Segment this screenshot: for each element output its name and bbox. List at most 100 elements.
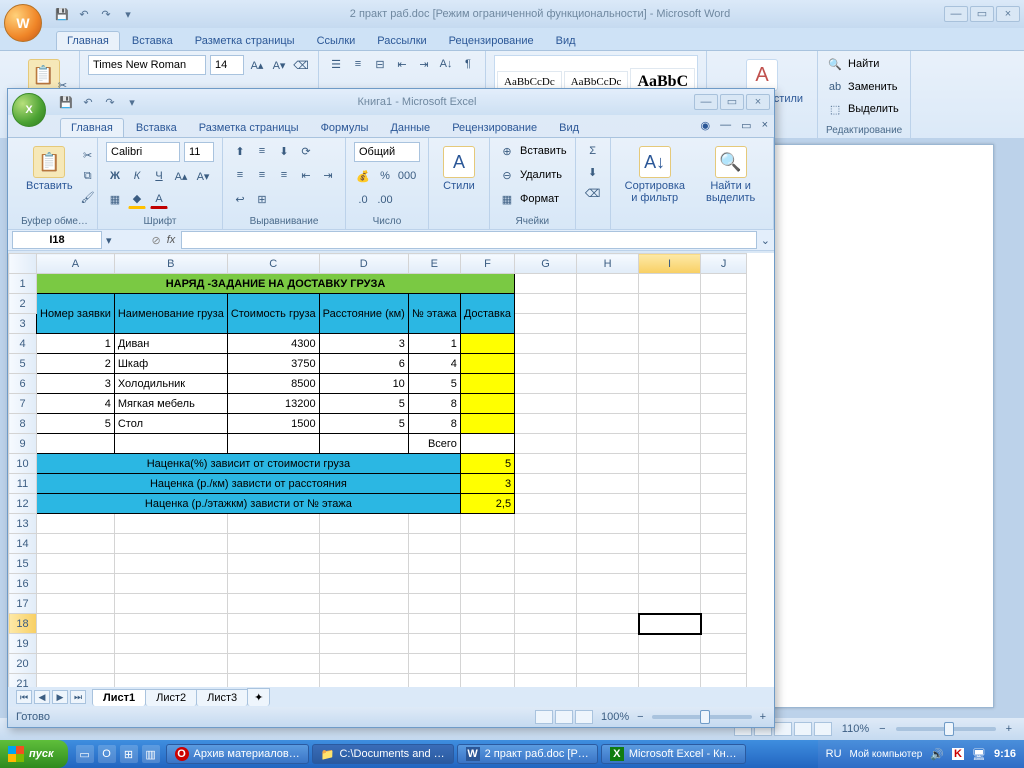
show-marks-icon[interactable]: ¶ <box>459 55 477 73</box>
close-button[interactable]: × <box>746 94 770 110</box>
tab-home[interactable]: Главная <box>56 31 120 50</box>
multilevel-icon[interactable]: ⊟ <box>371 55 389 73</box>
align-top-icon[interactable]: ⬆ <box>231 142 249 160</box>
font-name-select[interactable] <box>88 55 206 75</box>
tab-references[interactable]: Ссылки <box>307 32 366 50</box>
merge-icon[interactable]: ⊞ <box>253 190 271 208</box>
italic-icon[interactable]: К <box>128 167 146 185</box>
redo-icon[interactable]: ↷ <box>98 6 114 22</box>
numbering-icon[interactable]: ≡ <box>349 55 367 73</box>
paste-button[interactable]: 📋Вставить <box>20 142 79 206</box>
font-size-select[interactable] <box>210 55 244 75</box>
tab-insert[interactable]: Вставка <box>126 119 187 137</box>
word-office-button[interactable]: W <box>4 4 42 42</box>
decrease-decimal-icon[interactable]: .00 <box>376 191 394 209</box>
underline-icon[interactable]: Ч <box>150 167 168 185</box>
indent-decrease-icon[interactable]: ⇤ <box>297 166 315 184</box>
delete-cells-icon[interactable]: ⊖ <box>498 166 516 184</box>
percent-icon[interactable]: % <box>376 167 394 185</box>
tab-formulas[interactable]: Формулы <box>311 119 379 137</box>
border-icon[interactable]: ▦ <box>106 191 124 209</box>
undo-icon[interactable]: ↶ <box>80 94 96 110</box>
find-icon[interactable]: 🔍 <box>826 55 844 73</box>
name-box[interactable]: I18 <box>12 231 102 249</box>
fill-color-icon[interactable]: ◆ <box>128 191 146 209</box>
font-name-select[interactable] <box>106 142 180 162</box>
zoom-out-icon[interactable]: − <box>879 723 885 735</box>
zoom-in-icon[interactable]: + <box>760 711 766 723</box>
tab-data[interactable]: Данные <box>380 119 440 137</box>
format-cells-icon[interactable]: ▦ <box>498 190 516 208</box>
column-headers[interactable]: ABCDEFGHIJ <box>9 254 747 274</box>
autosum-icon[interactable]: Σ <box>584 142 602 160</box>
active-cell[interactable] <box>639 614 701 634</box>
bold-icon[interactable]: Ж <box>106 167 124 185</box>
clock[interactable]: 9:16 <box>994 748 1016 760</box>
workbook-restore-icon[interactable]: ▭ <box>741 119 751 132</box>
align-center-icon[interactable]: ≡ <box>253 166 271 184</box>
sort-icon[interactable]: A↓ <box>437 55 455 73</box>
spreadsheet-grid[interactable]: ABCDEFGHIJ 1НАРЯД -ЗАДАНИЕ НА ДОСТАВКУ Г… <box>8 253 774 687</box>
system-tray[interactable]: RU Мой компьютер 🔊 K 🖥 9:16 <box>818 740 1024 768</box>
font-size-select[interactable] <box>184 142 214 162</box>
new-sheet-button[interactable]: ✦ <box>247 688 270 706</box>
orientation-icon[interactable]: ⟳ <box>297 142 315 160</box>
undo-icon[interactable]: ↶ <box>76 6 92 22</box>
tray-icon[interactable]: 🖥 <box>972 748 986 761</box>
align-bottom-icon[interactable]: ⬇ <box>275 142 293 160</box>
formula-bar[interactable] <box>181 231 756 249</box>
minimize-button[interactable]: — <box>944 6 968 22</box>
mycomputer-label[interactable]: Мой компьютер <box>850 749 923 760</box>
tab-review[interactable]: Рецензирование <box>439 32 544 50</box>
increase-decimal-icon[interactable]: .0 <box>354 191 372 209</box>
tab-layout[interactable]: Разметка страницы <box>189 119 309 137</box>
redo-icon[interactable]: ↷ <box>102 94 118 110</box>
excel-office-button[interactable]: X <box>12 93 46 127</box>
close-button[interactable]: × <box>996 6 1020 22</box>
styles-button[interactable]: AСтили <box>437 142 481 196</box>
tab-view[interactable]: Вид <box>549 119 589 137</box>
save-icon[interactable]: 💾 <box>54 6 70 22</box>
clear-format-icon[interactable]: ⌫ <box>292 56 310 74</box>
shrink-font-icon[interactable]: A▾ <box>270 56 288 74</box>
align-middle-icon[interactable]: ≡ <box>253 142 271 160</box>
cancel-icon[interactable]: ⊘ <box>152 234 161 247</box>
excel-zoom-slider[interactable] <box>652 715 752 719</box>
sort-filter-button[interactable]: A↓Сортировка и фильтр <box>619 142 691 208</box>
shrink-font-icon[interactable]: A▾ <box>194 167 212 185</box>
quick-launch[interactable]: ▭O⊞▥ <box>76 745 160 763</box>
taskbar-item[interactable]: XMicrosoft Excel - Кн… <box>601 744 746 764</box>
copy-icon[interactable]: ⧉ <box>79 167 97 185</box>
bullets-icon[interactable]: ☰ <box>327 55 345 73</box>
restore-button[interactable]: ▭ <box>720 94 744 110</box>
align-left-icon[interactable]: ≡ <box>231 166 249 184</box>
minimize-button[interactable]: — <box>694 94 718 110</box>
tab-home[interactable]: Главная <box>60 118 124 137</box>
tab-layout[interactable]: Разметка страницы <box>185 32 305 50</box>
language-indicator[interactable]: RU <box>826 748 842 760</box>
cut-icon[interactable]: ✂ <box>79 146 97 164</box>
find-select-button[interactable]: 🔍Найти и выделить <box>697 142 765 208</box>
save-icon[interactable]: 💾 <box>58 94 74 110</box>
fx-icon[interactable]: fx <box>167 234 176 246</box>
grow-font-icon[interactable]: A▴ <box>172 167 190 185</box>
sheet-tab-2[interactable]: Лист2 <box>145 689 197 706</box>
start-button[interactable]: пуск <box>0 740 68 768</box>
comma-icon[interactable]: 000 <box>398 167 416 185</box>
workbook-close-icon[interactable]: × <box>762 119 768 132</box>
fill-icon[interactable]: ⬇ <box>584 163 602 181</box>
taskbar-item[interactable]: OАрхив материалов… <box>166 744 309 764</box>
font-color-icon[interactable]: A <box>150 191 168 209</box>
number-format-select[interactable] <box>354 142 420 162</box>
sheet-tab-1[interactable]: Лист1 <box>92 689 146 706</box>
tab-mailings[interactable]: Рассылки <box>367 32 436 50</box>
indent-decrease-icon[interactable]: ⇤ <box>393 55 411 73</box>
minimize-ribbon-icon[interactable]: — <box>720 119 731 132</box>
format-painter-icon[interactable]: 🖌 <box>79 188 97 206</box>
replace-icon[interactable]: ab <box>826 78 844 96</box>
grow-font-icon[interactable]: A▴ <box>248 56 266 74</box>
clear-icon[interactable]: ⌫ <box>584 184 602 202</box>
qat-dropdown-icon[interactable]: ▾ <box>124 94 140 110</box>
align-right-icon[interactable]: ≡ <box>275 166 293 184</box>
tab-review[interactable]: Рецензирование <box>442 119 547 137</box>
